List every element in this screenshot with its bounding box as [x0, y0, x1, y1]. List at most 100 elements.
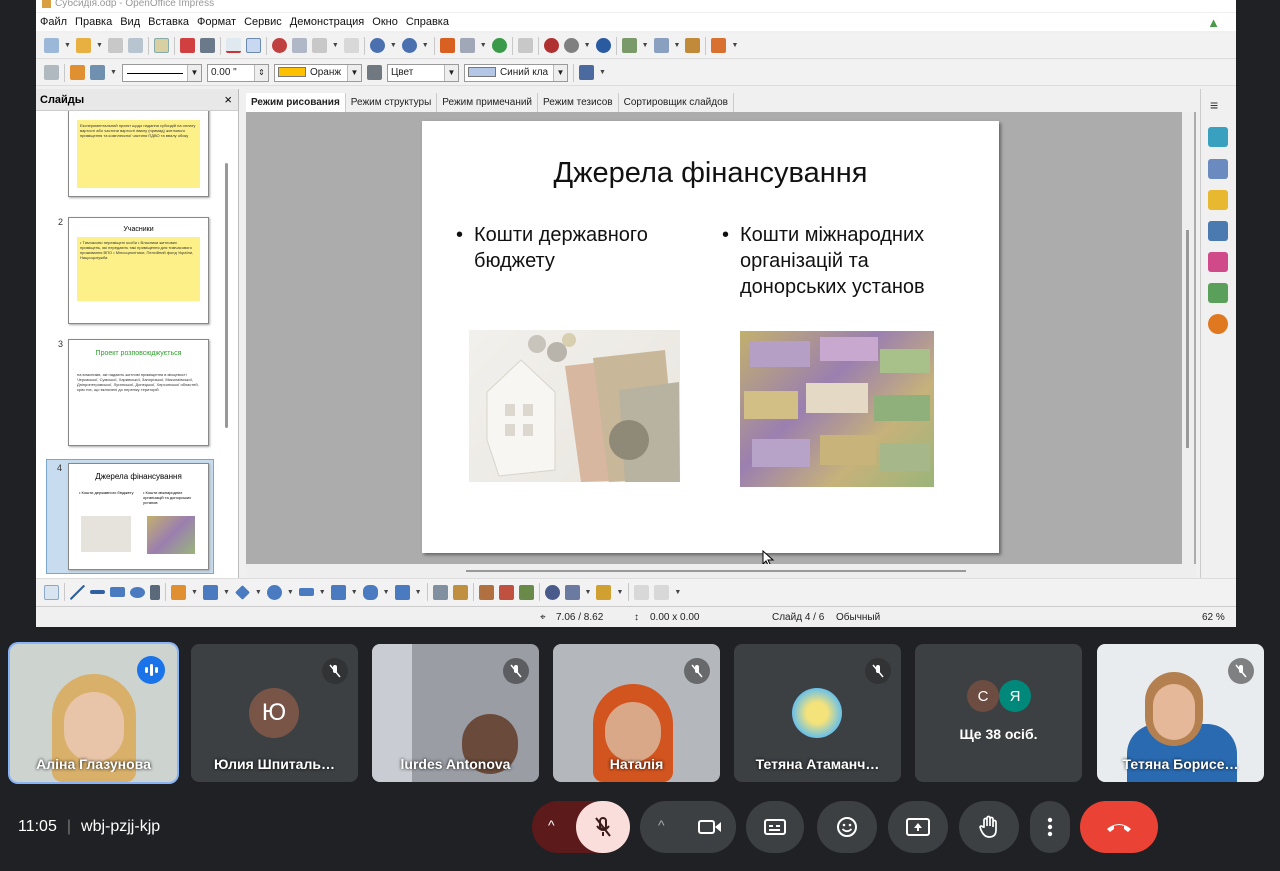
- undo-icon[interactable]: [369, 38, 385, 53]
- chart-icon[interactable]: [439, 38, 455, 53]
- zoom-dropdown-icon[interactable]: ▼: [584, 42, 591, 49]
- table-dropdown-icon[interactable]: ▼: [480, 42, 487, 49]
- spellcheck-icon[interactable]: [225, 38, 241, 53]
- reactions-button[interactable]: [817, 801, 877, 853]
- slide-layout-dropdown-icon[interactable]: ▼: [674, 42, 681, 49]
- participant-tile[interactable]: Ю Юлия Шпиталь…: [191, 644, 358, 782]
- spin-icon[interactable]: ⇕: [253, 64, 268, 81]
- styles-icon[interactable]: [1208, 252, 1228, 272]
- canvas-horizontal-scrollbar[interactable]: [246, 564, 1196, 578]
- slide-thumbnail-2[interactable]: Учасники • Тимчасово переміщені особи • …: [68, 217, 209, 324]
- arrow-style-dropdown-icon[interactable]: ▼: [110, 69, 117, 76]
- help-icon[interactable]: [595, 38, 611, 53]
- slide-dropdown-icon[interactable]: ▼: [642, 42, 649, 49]
- fontwork-icon[interactable]: [478, 584, 494, 600]
- slide-thumbnail-1[interactable]: Експериментальний проект щодо надання су…: [68, 111, 209, 197]
- paste-dropdown-icon[interactable]: ▼: [332, 42, 339, 49]
- menu-format[interactable]: Формат: [193, 16, 240, 28]
- menu-tools[interactable]: Сервис: [240, 16, 286, 28]
- video-options-chevron-icon[interactable]: ^: [658, 817, 665, 833]
- arrow-style-icon[interactable]: [90, 65, 105, 80]
- slide-thumbnail-4[interactable]: Джерела фінансування • Кошти державного …: [68, 463, 209, 570]
- area-color-select[interactable]: Синий кла ▼: [463, 63, 568, 82]
- master-pages-icon[interactable]: [1208, 159, 1228, 179]
- save-icon[interactable]: [107, 38, 123, 53]
- scroll-thumb[interactable]: [1186, 230, 1189, 448]
- edit-file-icon[interactable]: [153, 38, 169, 53]
- paste-icon[interactable]: [311, 38, 327, 53]
- meeting-code[interactable]: wbj-pzjj-kjp: [81, 818, 160, 835]
- sidebar-menu-icon[interactable]: ≡: [1210, 97, 1218, 113]
- cut-icon[interactable]: [271, 38, 287, 53]
- rectangle-icon[interactable]: [110, 587, 125, 597]
- text-tool-icon[interactable]: [150, 584, 160, 600]
- alignment-dropdown-icon[interactable]: ▼: [585, 589, 592, 596]
- zoom-level[interactable]: 62 %: [1202, 612, 1225, 623]
- raise-hand-button[interactable]: [959, 801, 1019, 853]
- show-draw-functions-icon[interactable]: [543, 38, 559, 53]
- menu-insert[interactable]: Вставка: [144, 16, 193, 28]
- curve-icon[interactable]: [171, 584, 186, 600]
- more-options-button[interactable]: [1030, 801, 1070, 853]
- email-icon[interactable]: [127, 38, 143, 53]
- export-pdf-icon[interactable]: [179, 38, 195, 53]
- canvas-vertical-scrollbar[interactable]: [1182, 112, 1194, 564]
- more-participants-tile[interactable]: С Я Ще 38 осіб.: [915, 644, 1082, 782]
- area-fill-icon[interactable]: [366, 65, 382, 80]
- camera-toggle-button[interactable]: [684, 801, 736, 853]
- mic-toggle-button[interactable]: [576, 801, 630, 853]
- captions-button[interactable]: [746, 801, 804, 853]
- euro-banknotes-image[interactable]: [740, 331, 934, 487]
- new-dropdown-icon[interactable]: ▼: [64, 42, 71, 49]
- participant-tile[interactable]: lurdes Antonova: [372, 644, 539, 782]
- toolbar-overflow-icon[interactable]: ▼: [674, 589, 681, 596]
- ellipse-icon[interactable]: [130, 586, 145, 598]
- shadow-icon[interactable]: [578, 65, 594, 80]
- symbol-shapes-icon[interactable]: [266, 584, 282, 600]
- effects-icon[interactable]: [654, 584, 670, 600]
- symbol-shapes-dropdown-icon[interactable]: ▼: [287, 589, 294, 596]
- audio-options-chevron-icon[interactable]: ^: [548, 817, 555, 833]
- clone-format-icon[interactable]: [343, 38, 359, 53]
- line-style-icon[interactable]: [44, 65, 59, 80]
- toolbar-overflow-icon[interactable]: ▼: [599, 69, 606, 76]
- grid-icon[interactable]: [517, 38, 533, 53]
- update-icon[interactable]: ▲: [1203, 15, 1224, 30]
- navigator-icon[interactable]: [1208, 314, 1228, 334]
- block-arrows-icon[interactable]: [298, 588, 314, 596]
- flowchart-dropdown-icon[interactable]: ▼: [351, 589, 358, 596]
- chevron-down-icon[interactable]: ▼: [443, 64, 458, 81]
- custom-animation-icon[interactable]: [1208, 190, 1228, 210]
- properties-icon[interactable]: [1208, 127, 1228, 147]
- select-arrow-icon[interactable]: [44, 584, 59, 600]
- slide-thumbnail-3[interactable]: Проект розповсюджується на власників, як…: [68, 339, 209, 446]
- chevron-down-icon[interactable]: ▼: [552, 64, 567, 81]
- tab-normal[interactable]: Режим рисования: [246, 93, 346, 112]
- slideshow-icon[interactable]: [711, 38, 727, 53]
- extrusion-icon[interactable]: [634, 584, 650, 600]
- basic-shapes-dropdown-icon[interactable]: ▼: [255, 589, 262, 596]
- print-icon[interactable]: [199, 38, 215, 53]
- redo-icon[interactable]: [401, 38, 417, 53]
- menu-window[interactable]: Окно: [368, 16, 402, 28]
- bullet-right[interactable]: • Кошти міжнародних організацій та донорс…: [722, 222, 980, 300]
- participant-tile[interactable]: Наталія: [553, 644, 720, 782]
- leave-call-button[interactable]: [1080, 801, 1158, 853]
- menu-help[interactable]: Справка: [402, 16, 453, 28]
- scroll-thumb[interactable]: [225, 163, 228, 428]
- stars-icon[interactable]: [394, 584, 410, 600]
- slide-icon[interactable]: [621, 38, 637, 53]
- menu-edit[interactable]: Правка: [71, 16, 116, 28]
- open-dropdown-icon[interactable]: ▼: [96, 42, 103, 49]
- slide-transition-icon[interactable]: [1208, 221, 1228, 241]
- glue-points-icon[interactable]: [452, 584, 468, 600]
- area-style-select[interactable]: Цвет ▼: [386, 63, 459, 82]
- line-icon[interactable]: [70, 65, 85, 80]
- callouts-dropdown-icon[interactable]: ▼: [383, 589, 390, 596]
- tab-outline[interactable]: Режим структуры: [346, 93, 438, 112]
- slides-scrollbar[interactable]: [222, 133, 232, 573]
- present-screen-button[interactable]: [888, 801, 948, 853]
- line-width-stepper[interactable]: 0.00 " ⇕: [206, 63, 269, 82]
- arrow-line-icon[interactable]: [90, 590, 105, 594]
- open-icon[interactable]: [75, 38, 91, 53]
